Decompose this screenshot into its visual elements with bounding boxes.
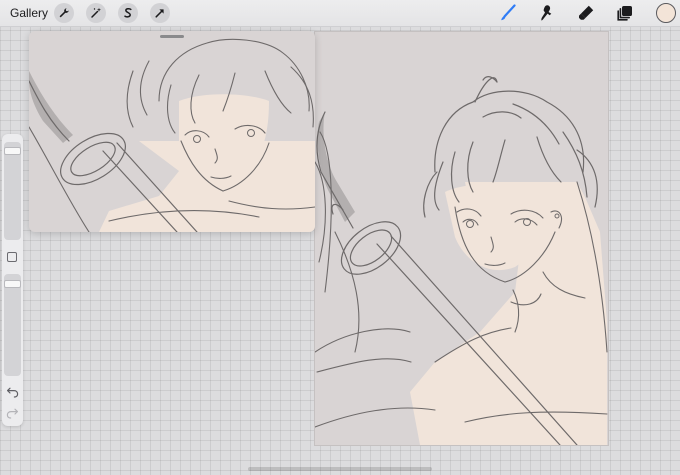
redo-icon[interactable] [6,406,19,419]
reference-window-handle[interactable] [160,35,184,38]
smudge-icon [541,5,552,21]
brush-size-slider[interactable] [4,142,21,240]
sketch-artwork [315,76,608,445]
color-picker-swatch[interactable] [656,3,676,23]
selection-button[interactable] [118,3,138,23]
magic-wand-icon [91,7,101,18]
undo-icon[interactable] [6,385,19,398]
transform-arrow-icon [155,9,164,18]
brush-opacity-slider[interactable] [4,274,21,376]
reference-window[interactable] [29,31,315,232]
transform-button[interactable] [150,3,170,23]
eraser-icon [579,5,594,20]
modify-button[interactable] [7,252,17,262]
drawing-canvas[interactable] [314,31,609,446]
actions-button[interactable] [54,3,74,23]
reference-image [29,38,315,232]
eraser-tool-button[interactable] [576,3,596,23]
layers-icon [617,6,632,21]
smudge-tool-button[interactable] [536,3,556,23]
brush-size-thumb[interactable] [4,147,21,155]
wrench-icon [59,8,69,18]
paint-tool-button[interactable] [498,3,518,23]
layers-button[interactable] [615,3,635,23]
gallery-button[interactable]: Gallery [10,6,48,20]
home-indicator [248,467,432,471]
brush-opacity-thumb[interactable] [4,280,21,288]
brush-sidebar [2,134,23,426]
top-toolbar: Gallery [0,0,680,27]
brush-icon [501,4,516,21]
adjustments-button[interactable] [86,3,106,23]
selection-icon [124,7,132,18]
